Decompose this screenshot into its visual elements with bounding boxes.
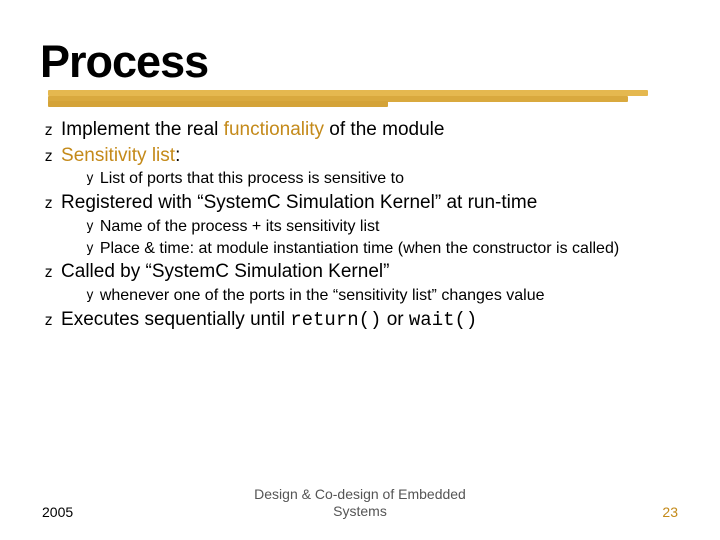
slide-footer: 2005 Design & Co-design of EmbeddedSyste… (0, 486, 720, 520)
bullet-glyph: y (86, 171, 94, 188)
bullet-l2: y Place & time: at module instantiation … (86, 239, 682, 260)
bullet-text: Sensitivity list: (61, 144, 180, 169)
bullet-text: List of ports that this process is sensi… (100, 169, 404, 190)
bullet-text: Implement the real functionality of the … (61, 118, 444, 143)
footer-year: 2005 (0, 504, 162, 520)
footer-title: Design & Co-design of EmbeddedSystems (162, 486, 558, 520)
bullet-text: Called by “SystemC Simulation Kernel” (61, 260, 389, 285)
bullet-glyph: z (44, 194, 53, 214)
footer-page-number: 23 (558, 504, 720, 520)
bullet-glyph: y (86, 241, 94, 258)
bullet-text: Registered with “SystemC Simulation Kern… (61, 191, 537, 216)
bullet-text: Place & time: at module instantiation ti… (100, 239, 619, 260)
bullet-glyph: z (44, 263, 53, 283)
bullet-glyph: y (86, 219, 94, 236)
slide-body: z Implement the real functionality of th… (38, 118, 682, 333)
bullet-l1: z Implement the real functionality of th… (44, 118, 682, 143)
bullet-l1: z Registered with “SystemC Simulation Ke… (44, 191, 682, 216)
bullet-glyph: y (86, 288, 94, 305)
slide: Process z Implement the real functionali… (0, 0, 720, 333)
bullet-l1: z Called by “SystemC Simulation Kernel” (44, 260, 682, 285)
bullet-glyph: z (44, 311, 53, 331)
bullet-text: Executes sequentially until return() or … (61, 308, 477, 333)
bullet-l2: y whenever one of the ports in the “sens… (86, 286, 682, 307)
bullet-glyph: z (44, 147, 53, 167)
bullet-text: whenever one of the ports in the “sensit… (100, 286, 545, 307)
bullet-glyph: z (44, 121, 53, 141)
bullet-l1: z Sensitivity list: (44, 144, 682, 169)
bullet-l2: y List of ports that this process is sen… (86, 169, 682, 190)
slide-title: Process (40, 36, 682, 88)
bullet-l2: y Name of the process + its sensitivity … (86, 217, 682, 238)
bullet-text: Name of the process + its sensitivity li… (100, 217, 380, 238)
title-underline (48, 90, 662, 112)
underline-stroke (48, 101, 388, 107)
bullet-l1: z Executes sequentially until return() o… (44, 308, 682, 333)
